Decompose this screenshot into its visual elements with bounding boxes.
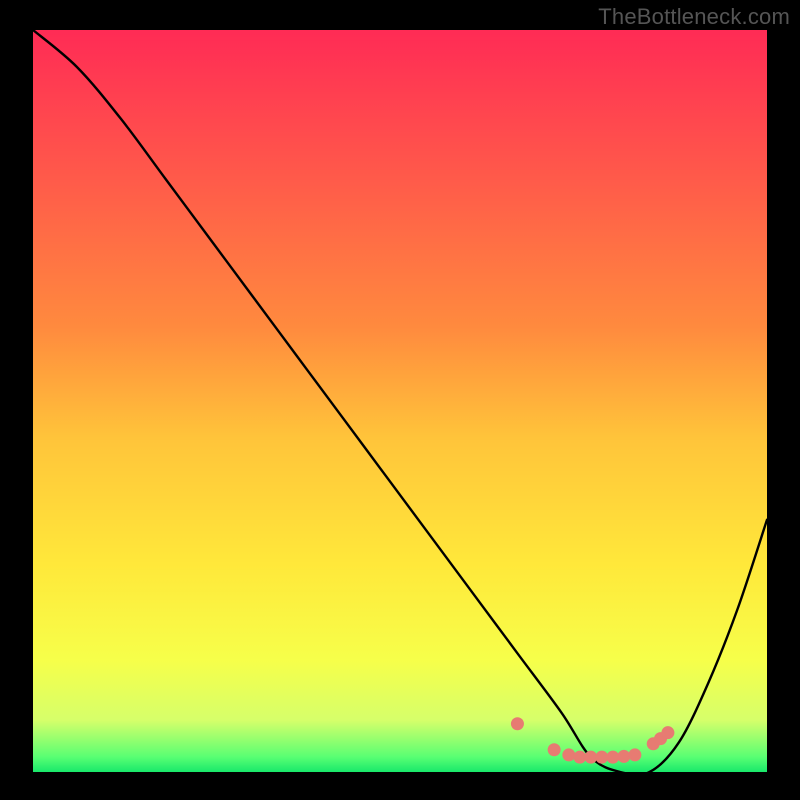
highlight-point [548,743,561,756]
highlight-point [628,748,641,761]
bottleneck-chart [0,0,800,800]
gradient-background [33,30,767,772]
highlight-point [606,751,619,764]
highlight-point [661,726,674,739]
highlight-point [562,748,575,761]
chart-frame: TheBottleneck.com [0,0,800,800]
highlight-point [511,717,524,730]
highlight-point [617,750,630,763]
